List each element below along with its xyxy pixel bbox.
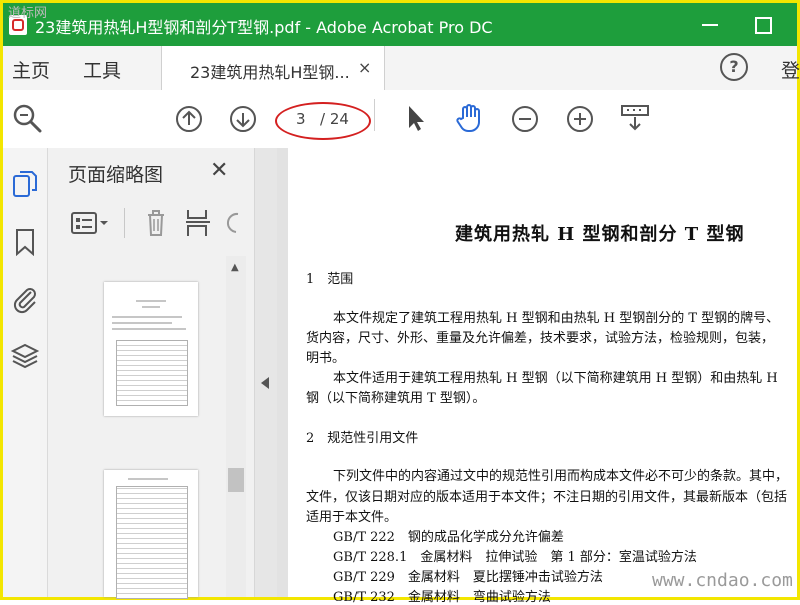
maximize-button[interactable] — [751, 13, 775, 37]
scroll-mode-icon[interactable] — [619, 102, 651, 134]
minimize-button[interactable] — [699, 13, 723, 37]
delete-page-icon[interactable] — [144, 208, 168, 238]
reference-line: GB/T 232 金属材料 弯曲试验方法 — [333, 590, 551, 605]
thumbnail-list: 15 — [48, 256, 230, 599]
highlight-oval — [275, 102, 371, 140]
toolbar-divider — [374, 99, 375, 131]
toolbar — [3, 90, 797, 149]
reference-line: GB/T 229 金属材料 夏比摆锤冲击试验方法 — [333, 570, 603, 585]
doc-line: 下列文件中的内容通过文中的规范性引用而构成本文件必不可少的条款。其中， — [333, 469, 789, 484]
collapse-arrow-icon[interactable] — [261, 377, 269, 389]
zoom-out-icon[interactable] — [511, 105, 539, 133]
thumbnail-scrollbar[interactable]: ▲ — [226, 256, 246, 597]
attachment-icon[interactable] — [11, 284, 39, 314]
window-title: 23建筑用热轧H型钢和剖分T型钢.pdf - Adobe Acrobat Pro… — [35, 18, 493, 37]
title-bar: 23建筑用热轧H型钢和剖分T型钢.pdf - Adobe Acrobat Pro… — [3, 3, 797, 46]
bookmark-icon[interactable] — [14, 228, 36, 256]
page-up-icon[interactable] — [175, 105, 203, 133]
login-button[interactable]: 登 — [781, 56, 800, 83]
scroll-up-icon[interactable]: ▲ — [231, 262, 239, 273]
thumbnail-tools — [48, 200, 254, 244]
thumbnail-options-icon[interactable] — [70, 210, 114, 236]
close-tab-icon[interactable]: × — [358, 58, 371, 77]
document-tab[interactable]: 23建筑用热轧H型钢... × — [161, 46, 385, 91]
reference-line: GB/T 228.1 金属材料 拉伸试验 第 1 部分：室温试验方法 — [333, 550, 697, 565]
menu-bar: 主页 工具 23建筑用热轧H型钢... × ? 登 — [3, 46, 800, 91]
document-tab-label: 23建筑用热轧H型钢... — [190, 63, 350, 82]
layers-icon[interactable] — [10, 342, 40, 370]
scrollbar-thumb[interactable] — [228, 468, 244, 492]
site-watermark: www.cndao.com — [652, 570, 793, 591]
zoom-search-icon[interactable] — [12, 103, 44, 135]
document-viewer[interactable]: 建筑用热轧 H 型钢和剖分 T 型钢 1 范围 本文件规定了建筑工程用热轧 H … — [277, 148, 797, 605]
doc-line: 明书。 — [306, 351, 346, 366]
rotate-page-icon[interactable] — [224, 208, 240, 238]
watermark-top: 道标网 — [8, 6, 48, 21]
page-thumbnails-icon[interactable] — [12, 170, 38, 200]
doc-line: 适用于本文件。 — [306, 510, 398, 525]
extract-pages-icon[interactable] — [184, 208, 212, 238]
tools-divider — [124, 208, 125, 238]
doc-line: 货内容，尺寸、外形、重量及允许偏差，技术要求，试验方法，检验规则，包装， — [306, 331, 775, 346]
doc-line: 本文件适用于建筑工程用热轧 H 型钢（以下简称建筑用 H 型钢）和由热轧 H — [333, 371, 778, 386]
page-down-icon[interactable] — [229, 105, 257, 133]
doc-line: 文件，仅该日期对应的版本适用于本文件；不注日期的引用文件，其最新版本（包括 — [306, 490, 788, 505]
reference-line: GB/T 222 钢的成品化学成分允许偏差 — [333, 530, 564, 545]
section-heading: 2 规范性引用文件 — [306, 431, 419, 446]
home-menu[interactable]: 主页 — [12, 56, 50, 83]
close-pane-icon[interactable]: ✕ — [210, 158, 228, 183]
pane-title: 页面缩略图 — [68, 164, 164, 186]
section-heading: 1 范围 — [306, 272, 354, 287]
document-heading: 建筑用热轧 H 型钢和剖分 T 型钢 — [455, 224, 745, 245]
page-thumbnails-pane: 页面缩略图 ✕ ▲ — [48, 148, 255, 599]
left-tool-rail — [3, 148, 48, 597]
zoom-in-icon[interactable] — [566, 105, 594, 133]
page-thumbnail-16[interactable] — [104, 470, 198, 599]
doc-line: 钢（以下简称建筑用 T 型钢）。 — [306, 391, 486, 406]
select-arrow-icon[interactable] — [404, 104, 428, 134]
tools-menu[interactable]: 工具 — [83, 56, 121, 83]
page-thumbnail-15[interactable] — [104, 282, 198, 416]
collapse-pane-strip[interactable] — [255, 148, 277, 597]
help-icon[interactable]: ? — [720, 53, 748, 81]
hand-tool-icon[interactable] — [455, 102, 487, 134]
document-page: 建筑用热轧 H 型钢和剖分 T 型钢 1 范围 本文件规定了建筑工程用热轧 H … — [288, 148, 797, 605]
doc-line: 本文件规定了建筑工程用热轧 H 型钢和由热轧 H 型钢剖分的 T 型钢的牌号、 — [333, 311, 780, 326]
